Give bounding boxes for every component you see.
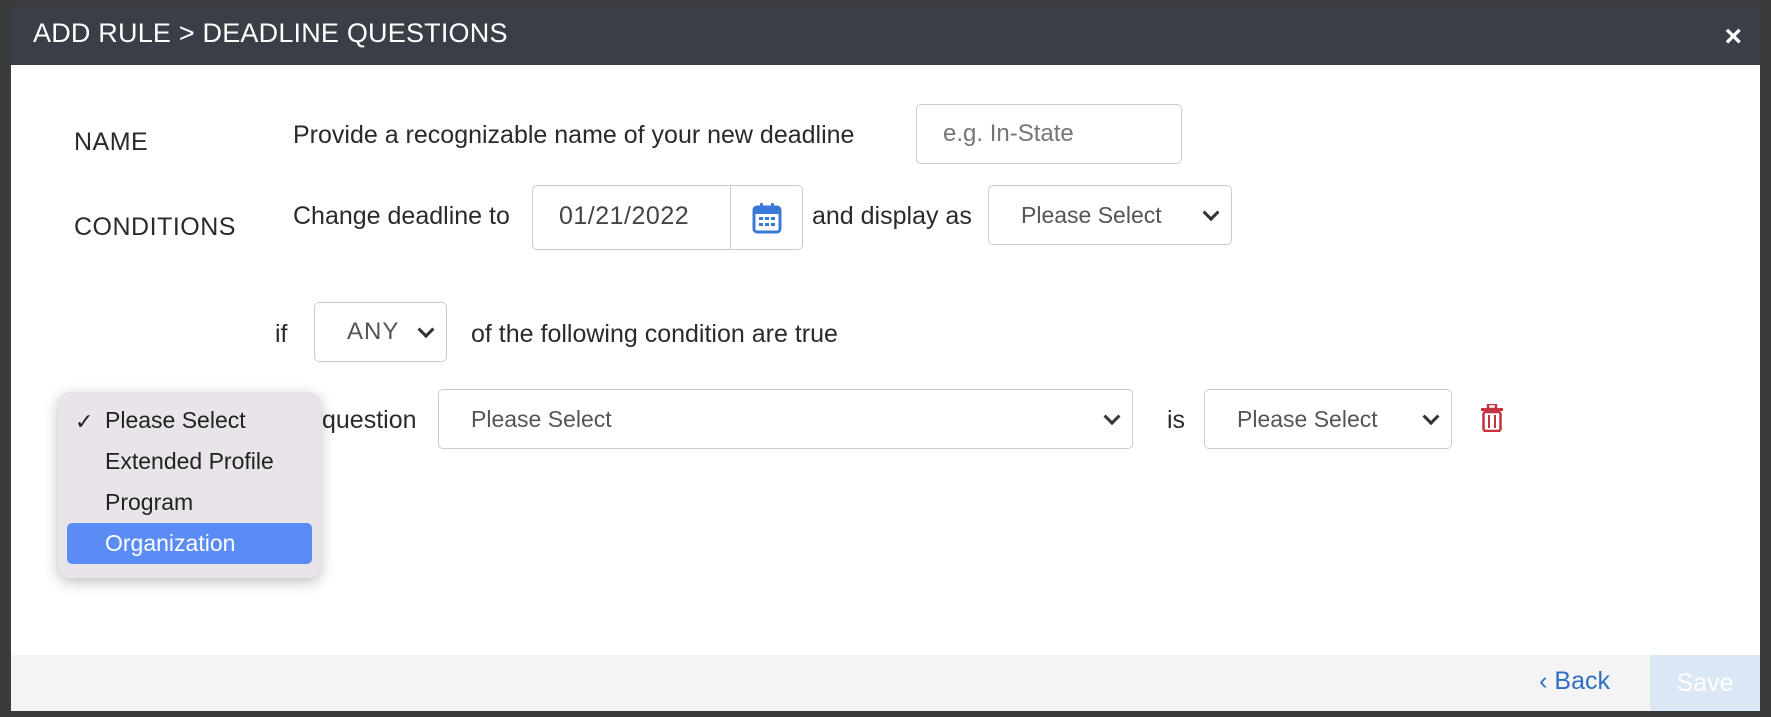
back-button[interactable]: ‹ Back [1539, 667, 1610, 696]
deadline-name-input[interactable] [916, 104, 1182, 164]
display-as-text: and display as [812, 202, 972, 230]
menu-item-label: Program [105, 489, 194, 515]
menu-item-organization[interactable]: Organization [67, 523, 312, 564]
name-label: NAME [74, 128, 149, 156]
match-mode-value: ANY [347, 318, 400, 345]
menu-item-extended-profile[interactable]: Extended Profile [67, 441, 312, 482]
chevron-down-icon [417, 321, 435, 339]
conditions-label: CONDITIONS [74, 213, 236, 241]
condition-value-select[interactable]: Please Select [1204, 389, 1452, 449]
question-type-menu: ✓ Please Select Extended Profile Program… [58, 392, 321, 578]
deadline-date-picker[interactable]: 01/21/2022 [532, 185, 803, 250]
question-select[interactable]: Please Select [438, 389, 1133, 449]
trash-icon[interactable] [1480, 402, 1504, 437]
name-instruction: Provide a recognizable name of your new … [293, 121, 855, 149]
chevron-down-icon [1103, 408, 1121, 426]
close-icon[interactable]: × [1724, 22, 1742, 52]
if-text: if [275, 320, 288, 348]
condition-suffix-text: of the following condition are true [471, 320, 838, 348]
save-button[interactable]: Save [1650, 655, 1760, 711]
modal-title: ADD RULE > DEADLINE QUESTIONS [33, 18, 508, 48]
menu-item-label: Organization [105, 530, 236, 556]
chevron-down-icon [1422, 408, 1440, 426]
menu-item-label: Extended Profile [105, 448, 274, 474]
is-text: is [1167, 406, 1186, 434]
display-as-select-value: Please Select [1021, 201, 1162, 228]
modal-header: ADD RULE > DEADLINE QUESTIONS × [11, 6, 1760, 65]
add-rule-modal: ADD RULE > DEADLINE QUESTIONS × NAME Pro… [11, 6, 1760, 711]
question-text: question [322, 406, 417, 434]
menu-item-please-select[interactable]: ✓ Please Select [67, 400, 312, 441]
display-as-select[interactable]: Please Select [988, 185, 1232, 245]
menu-item-program[interactable]: Program [67, 482, 312, 523]
condition-value-select-value: Please Select [1237, 405, 1378, 432]
match-mode-select[interactable]: ANY [314, 302, 447, 362]
checkmark-icon: ✓ [75, 409, 94, 434]
calendar-icon[interactable] [730, 186, 802, 249]
modal-footer: ‹ Back Save [11, 655, 1760, 711]
change-deadline-text: Change deadline to [293, 202, 510, 230]
deadline-date-value[interactable]: 01/21/2022 [559, 202, 689, 231]
menu-item-label: Please Select [105, 407, 246, 433]
chevron-down-icon [1202, 204, 1220, 222]
question-select-value: Please Select [471, 405, 612, 432]
